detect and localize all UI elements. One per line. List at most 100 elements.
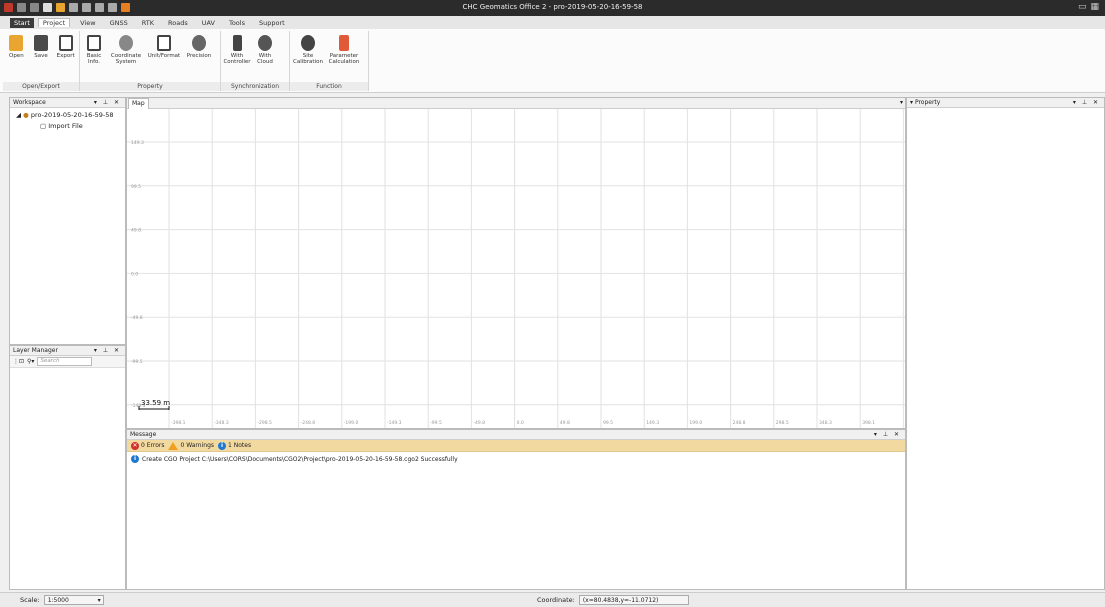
group-label: Open/Export (3, 82, 79, 91)
document-icon (87, 35, 101, 51)
group-label: Property (80, 82, 220, 91)
layer-manager-panel: Layer Manager ▾ ⊥ ✕ ⋮⊡ ⚲▾ Search (9, 345, 126, 590)
errors-filter[interactable]: ✕ 0 Errors (131, 441, 164, 450)
map-canvas[interactable]: 149.3 99.5 49.8 0.0 -49.8 -99.5 -149.3 -398.1 -… (127, 109, 905, 428)
map-horizontal-gridlines (127, 141, 905, 406)
basic-info-button[interactable]: Basic Info. (83, 31, 105, 65)
tree-node-import-file[interactable]: ▢ Import File (10, 119, 125, 130)
globe-icon (119, 35, 133, 51)
cloud-icon (258, 35, 272, 51)
layer-manager-title: Layer Manager (13, 347, 58, 354)
map-y-tick-labels: 149.399.549.80.0-49.8-99.5-149.3 (131, 140, 146, 409)
map-x-tick-label: 99.5 (603, 420, 613, 426)
unit-format-button[interactable]: Unit/Format (147, 31, 181, 65)
message-title: Message (130, 431, 157, 438)
panel-controls[interactable]: ▾ ⊥ ✕ (874, 430, 901, 440)
group-synchronization: With Controller With Cloud Synchronizati… (221, 31, 290, 91)
window-title: CHC Geomatics Office 2 - pro-2019-05-20-… (462, 3, 643, 11)
info-icon: i (218, 441, 227, 450)
map-x-tick-label: 348.3 (819, 420, 832, 426)
status-bar: Scale: 1:5000 Coordinate: (x=80.4838,y=-… (0, 592, 1105, 607)
layer-toolbar: ⋮⊡ ⚲▾ Search (10, 356, 125, 368)
export-button[interactable]: Export (55, 31, 76, 59)
map-x-tick-label: -348.3 (214, 420, 229, 426)
tree-node-project[interactable]: ◢ ● pro-2019-05-20-16-59-58 (10, 108, 125, 119)
map-x-tick-label: -149.3 (387, 420, 402, 426)
menu-tools[interactable]: Tools (229, 19, 245, 27)
group-label: Synchronization (221, 82, 289, 91)
menu-gnss[interactable]: GNSS (110, 19, 128, 27)
save-icon (34, 35, 48, 51)
open-button[interactable]: Open (6, 31, 27, 59)
map-x-tick-labels: -398.1 -348.3 -298.5 -248.8 -199.0 -149.3 -99.… (171, 420, 875, 426)
menu-bar: Start Project View GNSS RTK Roads UAV To… (0, 16, 1105, 29)
with-controller-button[interactable]: With Controller (223, 31, 251, 65)
minimize-icon[interactable]: ▭ (1078, 2, 1087, 12)
menu-start[interactable]: Start (10, 17, 34, 28)
tab-map[interactable]: Map (128, 98, 149, 109)
map-x-tick-label: -398.1 (171, 420, 186, 426)
info-icon: i (131, 455, 139, 463)
group-open-export: Open Save Export Open/Export (3, 31, 80, 91)
scale-select[interactable]: 1:5000 (43, 595, 104, 605)
window-controls: ▭ ▦ (1078, 2, 1099, 12)
message-panel: Message ▾ ⊥ ✕ ✕ 0 Errors 0 Warnings i1 No… (126, 429, 906, 590)
search-icon[interactable]: ⚲▾ (27, 358, 34, 365)
site-calibration-button[interactable]: Site Calibration (293, 31, 323, 65)
precision-button[interactable]: Precision (185, 31, 213, 65)
workspace-title: Workspace (13, 99, 46, 106)
message-text: Create CGO Project C:\Users\CORS\Documen… (142, 455, 458, 463)
map-y-tick-label: 99.5 (131, 184, 141, 190)
export-icon (58, 35, 73, 51)
map-x-tick-label: 298.5 (776, 420, 789, 426)
map-y-tick-label: 49.8 (131, 228, 141, 234)
save-button[interactable]: Save (31, 31, 52, 59)
parameter-calculation-button[interactable]: Parameter Calculation (329, 31, 359, 65)
map-panel: Map ▾ 149.3 99.5 49.8 0.0 -49.8 -99.5 -149.3 -… (126, 97, 906, 429)
calibration-icon (301, 35, 315, 51)
menu-roads[interactable]: Roads (168, 19, 188, 27)
menu-rtk[interactable]: RTK (142, 19, 154, 27)
menu-support[interactable]: Support (259, 19, 285, 27)
ribbon: Open Save Export Open/Export Basic Info.… (0, 29, 1105, 93)
with-cloud-button[interactable]: With Cloud (254, 31, 276, 65)
map-y-tick-label: 149.3 (131, 140, 144, 146)
chevron-down-icon[interactable]: ▾ (900, 99, 903, 106)
map-x-tick-label: 149.3 (646, 420, 659, 426)
message-row[interactable]: i Create CGO Project C:\Users\CORS\Docum… (127, 452, 905, 466)
menu-view[interactable]: View (80, 19, 95, 27)
property-header: ▾ Property ▾ ⊥ ✕ (907, 98, 1104, 108)
panel-controls[interactable]: ▾ ⊥ ✕ (94, 98, 121, 108)
coordinate-system-button[interactable]: Coordinate System (109, 31, 143, 65)
folder-icon (9, 35, 24, 51)
panel-controls[interactable]: ▾ ⊥ ✕ (1073, 98, 1100, 108)
map-x-tick-label: -199.0 (344, 420, 359, 426)
menu-uav[interactable]: UAV (202, 19, 215, 27)
menu-project[interactable]: Project (37, 18, 71, 27)
map-x-tick-label: 49.8 (560, 420, 570, 426)
group-function: Site Calibration Parameter Calculation F… (290, 31, 369, 91)
map-y-tick-label: -49.8 (131, 315, 143, 321)
file-icon: ▢ (40, 122, 47, 130)
map-y-tick-label: -99.5 (131, 359, 143, 365)
error-icon: ✕ (131, 441, 139, 450)
scale-label: Scale: (20, 596, 40, 604)
group-label: Function (290, 82, 368, 91)
scale-control: Scale: 1:5000 (20, 595, 104, 605)
scale-bar-label: 33.59 m (141, 399, 170, 407)
warnings-filter[interactable]: 0 Warnings (168, 441, 214, 450)
map-tab-bar: Map ▾ (127, 98, 905, 109)
warning-icon (168, 441, 179, 450)
map-x-tick-label: -49.8 (473, 420, 485, 426)
notes-filter[interactable]: i1 Notes (218, 441, 251, 450)
calculation-icon (339, 35, 349, 51)
panel-controls[interactable]: ▾ ⊥ ✕ (94, 346, 121, 356)
layout-icon[interactable]: ▦ (1090, 2, 1099, 12)
controller-icon (232, 35, 242, 51)
map-x-tick-label: 248.8 (733, 420, 746, 426)
layer-search-input[interactable]: Search (37, 357, 93, 366)
map-y-tick-label: 0.0 (131, 271, 138, 277)
chevron-down-icon[interactable]: ▾ (910, 99, 913, 106)
layer-tool-icon[interactable]: ⋮⊡ (13, 358, 24, 365)
message-header: Message ▾ ⊥ ✕ (127, 430, 905, 440)
